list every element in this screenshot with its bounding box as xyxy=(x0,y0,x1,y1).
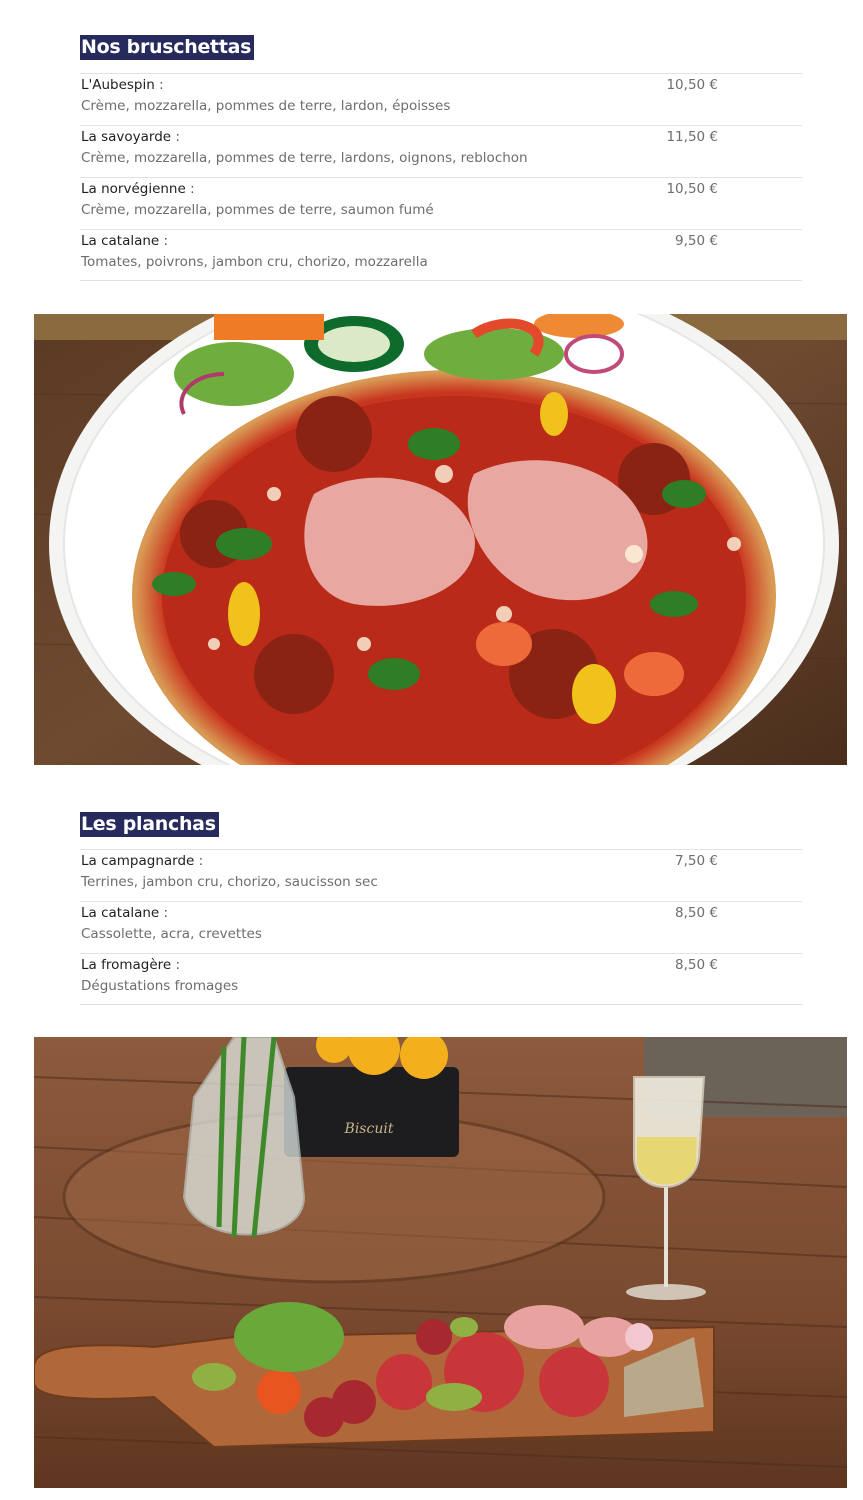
item-name: La savoyarde xyxy=(81,129,172,145)
item-name: La fromagère xyxy=(81,957,172,973)
item-description: Crème, mozzarella, pommes de terre, lard… xyxy=(81,98,451,114)
menu-item: La fromagère : Dégustations fromages 8,5… xyxy=(80,953,802,1005)
item-price: 9,50 € xyxy=(675,233,718,249)
item-description: Crème, mozzarella, pommes de terre, saum… xyxy=(81,202,434,218)
item-description: Terrines, jambon cru, chorizo, saucisson… xyxy=(81,874,378,890)
item-description: Crème, mozzarella, pommes de terre, lard… xyxy=(81,150,528,166)
item-colon: : xyxy=(185,181,195,197)
menu-item: La catalane : Cassolette, acra, crevette… xyxy=(80,901,802,953)
item-colon: : xyxy=(154,77,164,93)
menu-list: La campagnarde : Terrines, jambon cru, c… xyxy=(80,849,802,1005)
item-colon: : xyxy=(159,905,169,921)
bruschetta-photo xyxy=(34,314,847,765)
menu-item: La norvégienne : Crème, mozzarella, pomm… xyxy=(80,177,802,229)
item-price: 10,50 € xyxy=(666,77,718,93)
plancha-photo-icon: Biscuit xyxy=(34,1037,847,1488)
item-name: La norvégienne xyxy=(81,181,186,197)
item-description: Cassolette, acra, crevettes xyxy=(81,926,262,942)
item-price: 11,50 € xyxy=(666,129,718,145)
item-name: L'Aubespin xyxy=(81,77,155,93)
item-name: La catalane xyxy=(81,905,160,921)
svg-text:Biscuit: Biscuit xyxy=(344,1121,394,1137)
item-price: 7,50 € xyxy=(675,853,718,869)
item-colon: : xyxy=(171,957,181,973)
bruschetta-photo-icon xyxy=(34,314,847,765)
item-description: Dégustations fromages xyxy=(81,978,239,994)
menu-item: La campagnarde : Terrines, jambon cru, c… xyxy=(80,849,802,901)
planchas-section: Les planchas La campagnarde : Terrines, … xyxy=(80,812,802,1005)
plancha-photo: Biscuit xyxy=(34,1037,847,1488)
item-price: 10,50 € xyxy=(666,181,718,197)
item-price: 8,50 € xyxy=(675,957,718,973)
menu-item: L'Aubespin : Crème, mozzarella, pommes d… xyxy=(80,73,802,125)
item-colon: : xyxy=(194,853,204,869)
item-description: Tomates, poivrons, jambon cru, chorizo, … xyxy=(81,254,428,270)
menu-list: L'Aubespin : Crème, mozzarella, pommes d… xyxy=(80,73,802,281)
item-colon: : xyxy=(159,233,169,249)
item-name: La catalane xyxy=(81,233,160,249)
menu-item: La savoyarde : Crème, mozzarella, pommes… xyxy=(80,125,802,177)
section-title: Les planchas xyxy=(80,812,219,837)
item-colon: : xyxy=(171,129,180,145)
menu-item: La catalane : Tomates, poivrons, jambon … xyxy=(80,229,802,281)
item-price: 8,50 € xyxy=(675,905,718,921)
section-title: Nos bruschettas xyxy=(80,35,255,60)
item-name: La campagnarde xyxy=(81,853,195,869)
bruschettas-section: Nos bruschettas L'Aubespin : Crème, mozz… xyxy=(80,35,802,281)
